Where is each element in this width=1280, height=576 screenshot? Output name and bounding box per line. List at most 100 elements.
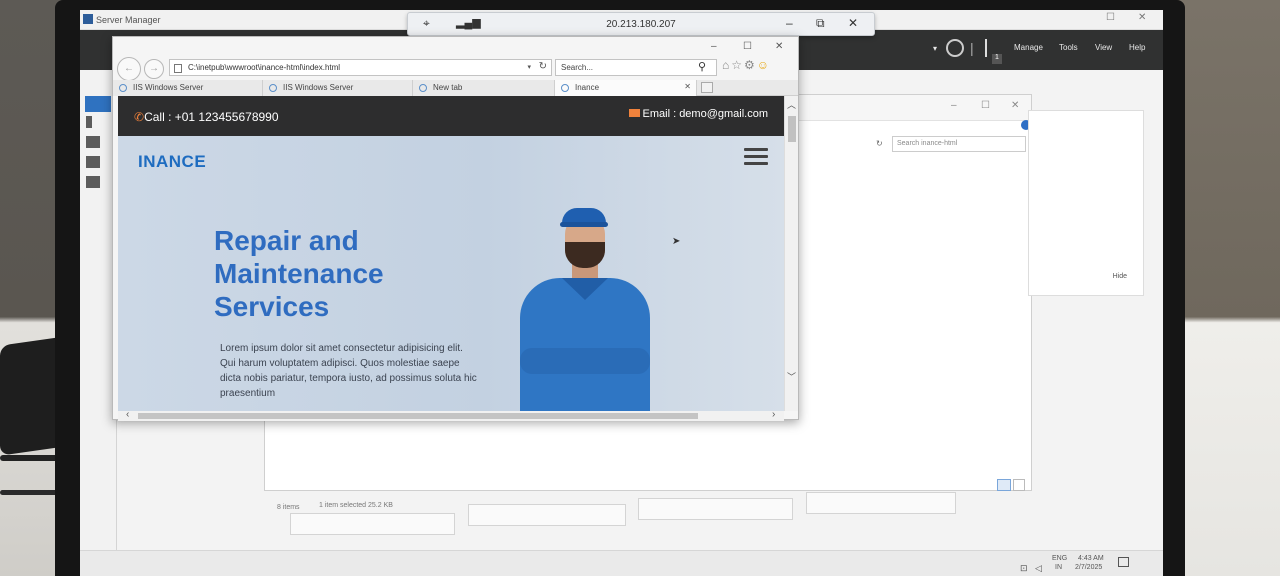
horizontal-scroll-thumb[interactable] xyxy=(138,413,698,419)
search-icon[interactable]: ⚲ xyxy=(698,60,706,73)
hamburger-menu-icon[interactable] xyxy=(744,148,768,166)
sm-maximize-button[interactable]: ☐ xyxy=(1106,12,1115,23)
hero-headline: Repair and Maintenance Services xyxy=(214,225,384,322)
browser-minimize-button[interactable]: – xyxy=(711,41,717,52)
browser-maximize-button[interactable]: ☐ xyxy=(743,41,752,52)
menu-view[interactable]: View xyxy=(1095,43,1112,52)
explorer-refresh-icon[interactable]: ↻ xyxy=(876,139,883,148)
address-bar[interactable]: C:\inetpub\wwwroot\inance-html\index.htm… xyxy=(169,59,552,76)
status-item-count: 8 items xyxy=(277,504,300,511)
ie-tab-icon xyxy=(561,84,569,92)
clock-date[interactable]: 2/7/2025 xyxy=(1075,564,1102,571)
dashboard-tile-3 xyxy=(638,498,793,520)
email-text: Email : demo@gmail.com xyxy=(642,108,768,120)
rdp-restore-button[interactable]: ⧉ xyxy=(816,16,825,31)
phone-icon: ✆ xyxy=(134,110,145,124)
server-manager-title: Server Manager xyxy=(96,15,161,25)
menu-manage[interactable]: Manage xyxy=(1014,43,1043,52)
browser-close-button[interactable]: ✕ xyxy=(775,41,783,52)
tab-new-tab[interactable]: New tab xyxy=(413,80,555,96)
sidebar-item-file-storage[interactable] xyxy=(86,156,100,168)
search-placeholder: Search... xyxy=(561,63,594,72)
ie-tab-icon xyxy=(419,84,427,92)
scroll-up-icon[interactable]: ︿ xyxy=(787,98,796,111)
sidebar-item-dashboard[interactable] xyxy=(85,96,111,112)
feedback-smiley-icon[interactable]: ☺ xyxy=(757,58,771,72)
tab-label: Inance xyxy=(575,83,600,92)
address-dropdown-icon[interactable]: ▾ xyxy=(527,63,531,71)
tab-inance[interactable]: Inance ✕ xyxy=(555,80,697,96)
browser-search-input[interactable]: Search... ⚲ xyxy=(555,59,717,76)
notification-center-icon[interactable] xyxy=(1118,557,1129,567)
hero-section: INANCE Repair and Maintenance Services L… xyxy=(118,136,784,411)
scroll-right-icon[interactable]: › xyxy=(772,409,775,420)
windows-taskbar: ⊡ ◁ ENG IN 4:43 AM 2/7/2025 xyxy=(80,550,1163,576)
tab-label: IIS Windows Server xyxy=(283,83,354,92)
envelope-icon xyxy=(628,109,640,117)
ie-tab-icon xyxy=(119,84,127,92)
settings-gear-icon[interactable]: ⚙ xyxy=(744,58,757,72)
vertical-scrollbar[interactable]: ︿ ﹀ xyxy=(784,96,798,411)
scroll-down-icon[interactable]: ﹀ xyxy=(787,370,796,383)
browser-navbar: ← → C:\inetpub\wwwroot\inance-html\index… xyxy=(113,56,798,81)
large-icons-view-icon[interactable] xyxy=(1013,479,1025,491)
new-tab-button[interactable] xyxy=(701,82,713,93)
menu-help[interactable]: Help xyxy=(1129,43,1145,52)
region-indicator: IN xyxy=(1055,564,1062,571)
dashboard-tile-1 xyxy=(290,513,455,535)
refresh-icon[interactable]: ↻ xyxy=(539,61,547,72)
server-manager-icon xyxy=(83,14,93,24)
forward-button[interactable]: → xyxy=(144,59,164,79)
home-icon[interactable]: ⌂ xyxy=(722,58,731,72)
mouse-cursor-icon: ➤ xyxy=(672,236,681,247)
address-text: C:\inetpub\wwwroot\inance-html\index.htm… xyxy=(188,63,341,72)
call-contact[interactable]: ✆Call : +01 123455678990 xyxy=(134,110,279,124)
language-indicator[interactable]: ENG xyxy=(1052,555,1067,562)
explorer-search-input[interactable]: Search inance-html xyxy=(892,136,1026,152)
rdp-minimize-button[interactable]: – xyxy=(786,16,793,30)
separator: | xyxy=(970,40,974,56)
network-icon[interactable]: ⊡ xyxy=(1020,563,1028,574)
menu-tools[interactable]: Tools xyxy=(1059,43,1078,52)
server-manager-tile: Hide xyxy=(1028,110,1144,296)
toolbar-icons: ⌂☆⚙☺ xyxy=(722,58,771,72)
web-page: ✆Call : +01 123455678990 Email : demo@gm… xyxy=(118,96,784,411)
favorites-star-icon[interactable]: ☆ xyxy=(731,58,744,72)
sidebar-item-local-server[interactable] xyxy=(86,116,92,128)
email-contact[interactable]: Email : demo@gmail.com xyxy=(628,108,768,120)
worker-image xyxy=(510,208,660,411)
laptop-screen: Server Manager ☐ ✕ ▾ | 1 Manage Tools Vi… xyxy=(80,10,1163,576)
refresh-icon[interactable] xyxy=(946,39,964,57)
sidebar-item-iis[interactable] xyxy=(86,176,100,188)
tab-close-icon[interactable]: ✕ xyxy=(684,82,691,91)
sm-close-button[interactable]: ✕ xyxy=(1138,12,1146,23)
horizontal-scrollbar[interactable]: ‹ › xyxy=(118,409,784,421)
details-view-icon[interactable] xyxy=(997,479,1011,491)
rdp-connection-bar: ⌖ ▂▄▆ 20.213.180.207 – ⧉ ✕ xyxy=(407,12,875,36)
vertical-scroll-thumb[interactable] xyxy=(788,116,796,142)
rdp-close-button[interactable]: ✕ xyxy=(848,16,858,30)
status-selected: 1 item selected 25.2 KB xyxy=(319,502,393,509)
hide-link[interactable]: Hide xyxy=(1113,273,1127,280)
call-text: Call : +01 123455678990 xyxy=(144,110,279,124)
explorer-close-button[interactable]: ✕ xyxy=(1011,100,1019,111)
dropdown-arrow-icon[interactable]: ▾ xyxy=(933,44,937,53)
tab-label: IIS Windows Server xyxy=(133,83,204,92)
tab-label: New tab xyxy=(433,83,463,92)
tab-iis-1[interactable]: IIS Windows Server xyxy=(113,80,263,96)
explorer-minimize-button[interactable]: – xyxy=(951,100,957,111)
explorer-maximize-button[interactable]: ☐ xyxy=(981,100,990,111)
dashboard-tile-2 xyxy=(468,504,626,526)
tab-iis-2[interactable]: IIS Windows Server xyxy=(263,80,413,96)
browser-tab-strip: IIS Windows Server IIS Windows Server Ne… xyxy=(113,80,798,96)
volume-icon[interactable]: ◁ xyxy=(1035,563,1042,574)
rdp-host-ip: 20.213.180.207 xyxy=(606,19,676,30)
page-icon xyxy=(174,64,182,73)
notification-badge: 1 xyxy=(992,54,1002,64)
sidebar-item-all-servers[interactable] xyxy=(86,136,100,148)
scroll-left-icon[interactable]: ‹ xyxy=(126,409,129,420)
dashboard-tile-4 xyxy=(806,492,956,514)
site-logo[interactable]: INANCE xyxy=(138,152,206,172)
back-button[interactable]: ← xyxy=(117,57,141,81)
clock-time[interactable]: 4:43 AM xyxy=(1078,555,1104,562)
